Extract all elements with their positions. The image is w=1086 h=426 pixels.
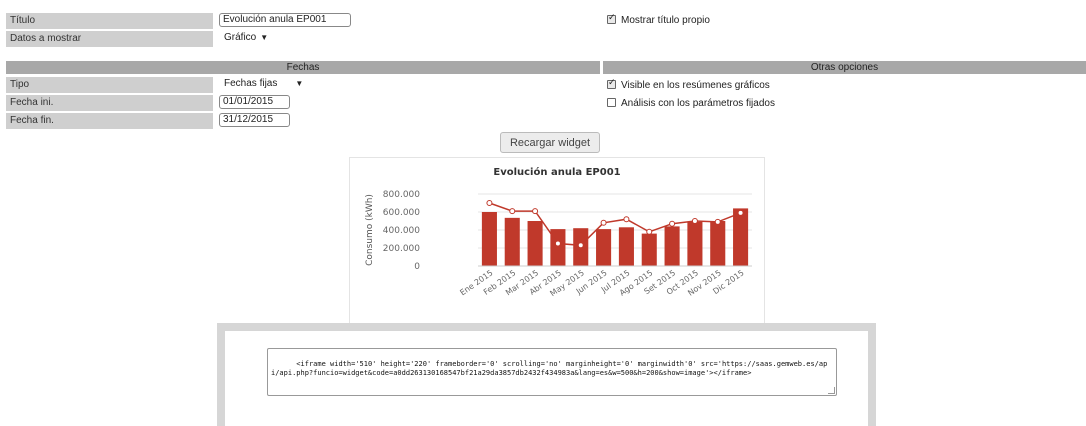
- chart-point: [532, 208, 539, 215]
- visible-resumenes-label: Visible en los resúmenes gráficos: [621, 80, 770, 91]
- chart-point: [646, 228, 653, 235]
- fecha-ini-input[interactable]: 01/01/2015: [219, 95, 290, 109]
- chart-point: [577, 242, 584, 249]
- chart-bar: [733, 208, 749, 266]
- analisis-parametros-option[interactable]: Análisis con los parámetros fijados: [607, 98, 775, 109]
- chart-bar: [527, 221, 543, 266]
- chart-point: [509, 208, 516, 215]
- resize-grip-icon[interactable]: [828, 387, 835, 394]
- chart-point: [669, 220, 676, 227]
- y-tick-label: 800.000: [383, 190, 420, 200]
- fecha-fin-input[interactable]: 31/12/2015: [219, 113, 290, 127]
- chart-point: [554, 240, 561, 247]
- dropdown-arrow-icon: ▼: [260, 33, 269, 42]
- titulo-label: Título: [6, 13, 213, 29]
- chart-point: [737, 209, 744, 216]
- chart-point: [623, 216, 630, 223]
- embed-code-panel: <iframe width='510' height='220' framebo…: [217, 323, 876, 426]
- datos-mostrar-value: Gráfico: [224, 32, 257, 43]
- fechas-header: Fechas: [6, 61, 600, 74]
- fecha-fin-label: Fecha fin.: [6, 113, 213, 129]
- chart-bar: [687, 221, 703, 266]
- embed-code-inner: <iframe width='510' height='220' framebo…: [225, 331, 868, 426]
- chart-point: [714, 218, 721, 225]
- recargar-widget-button[interactable]: Recargar widget: [500, 132, 600, 153]
- chart-point: [600, 219, 607, 226]
- chart-container: Evolución anula EP001 800.000 600.000 400.0…: [349, 157, 765, 326]
- dropdown-arrow-icon: ▼: [295, 79, 304, 88]
- tipo-label: Tipo: [6, 77, 213, 93]
- chart-bar: [596, 229, 612, 266]
- y-tick-label: 0: [414, 262, 420, 272]
- chart-title: Evolución anula EP001: [493, 166, 620, 178]
- analisis-parametros-label: Análisis con los parámetros fijados: [621, 98, 775, 109]
- chart-bar: [504, 217, 520, 266]
- chart-bar: [481, 212, 497, 266]
- mostrar-titulo-checkbox[interactable]: [607, 13, 616, 24]
- chart-bar: [710, 221, 726, 266]
- chart-bar: [618, 227, 634, 266]
- datos-mostrar-label: Datos a mostrar: [6, 31, 213, 47]
- mostrar-titulo-label: Mostrar título propio: [621, 15, 710, 26]
- chart-point: [691, 218, 698, 224]
- mostrar-titulo-option[interactable]: Mostrar título propio: [607, 13, 710, 26]
- y-tick-label: 400.000: [383, 226, 420, 236]
- visible-resumenes-option[interactable]: Visible en los resúmenes gráficos: [607, 78, 770, 91]
- chart-line: [489, 202, 741, 247]
- chart-bar: [550, 229, 566, 266]
- analisis-parametros-checkbox[interactable]: [607, 98, 616, 107]
- titulo-input[interactable]: Evolución anula EP001: [219, 13, 351, 27]
- embed-code-text: <iframe width='510' height='220' framebo…: [271, 360, 828, 377]
- chart-svg: Evolución anula EP001 800.000 600.000 400.0…: [365, 166, 752, 298]
- embed-code-textarea[interactable]: <iframe width='510' height='220' framebo…: [267, 348, 837, 396]
- y-tick-label: 200.000: [383, 244, 420, 254]
- y-tick-label: 600.000: [383, 208, 420, 218]
- chart-bar: [664, 226, 680, 266]
- chart-bar: [641, 233, 657, 266]
- datos-mostrar-select[interactable]: Gráfico ▼: [220, 31, 276, 45]
- visible-resumenes-checkbox[interactable]: [607, 78, 616, 89]
- tipo-value: Fechas fijas: [224, 78, 278, 89]
- otras-opciones-header: Otras opciones: [603, 61, 1086, 74]
- y-axis-label: Consumo (kWh): [365, 194, 375, 266]
- fecha-ini-label: Fecha ini.: [6, 95, 213, 111]
- chart-point: [486, 200, 493, 206]
- tipo-select[interactable]: Fechas fijas ▼: [220, 77, 314, 91]
